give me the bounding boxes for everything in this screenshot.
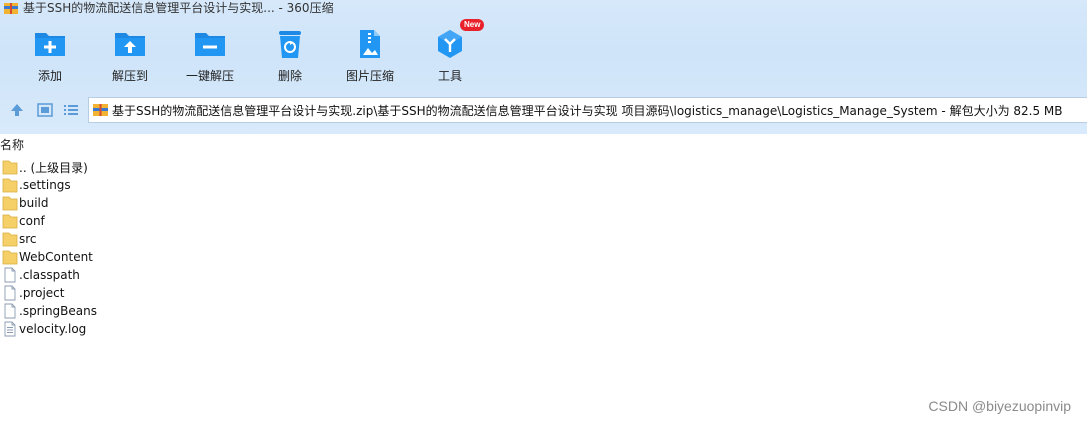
file-name: velocity.log xyxy=(19,322,87,336)
tools-icon xyxy=(438,30,462,58)
new-badge: New xyxy=(460,19,485,31)
file-name: .springBeans xyxy=(19,304,97,318)
list-item[interactable]: velocity.log xyxy=(0,320,400,338)
extract-to-icon xyxy=(115,33,145,56)
folder-icon xyxy=(2,232,18,247)
list-item[interactable]: .classpath xyxy=(0,266,400,284)
address-path: 基于SSH的物流配送信息管理平台设计与实现.zip\基于SSH的物流配送信息管理… xyxy=(112,103,1063,118)
zip-archive-icon xyxy=(93,104,108,116)
list-item-parent[interactable]: .. (上级目录) xyxy=(0,158,400,176)
folder-icon xyxy=(2,178,18,193)
file-name: .project xyxy=(19,286,65,300)
one-click-extract-label: 一键解压 xyxy=(185,69,234,83)
folder-icon xyxy=(2,196,18,211)
file-icon xyxy=(4,303,16,319)
archive-app-icon xyxy=(4,2,18,14)
folder-icon xyxy=(2,250,18,265)
delete-button[interactable]: 删除 xyxy=(250,26,330,86)
file-name: .settings xyxy=(19,178,71,192)
folder-icon xyxy=(2,214,18,229)
file-icon xyxy=(4,267,16,283)
file-name: WebContent xyxy=(19,250,93,264)
list-item[interactable]: .project xyxy=(0,284,400,302)
window-title: 基于SSH的物流配送信息管理平台设计与实现... - 360压缩 xyxy=(23,1,334,15)
file-list: .. (上级目录) .settings build conf src WebCo… xyxy=(0,158,400,338)
add-icon xyxy=(35,33,65,56)
image-compress-label: 图片压缩 xyxy=(345,69,394,83)
extract-to-label: 解压到 xyxy=(111,69,148,83)
toolbar: 添加 解压到 一键解压 删除 图片压缩 New 工具 xyxy=(0,19,520,86)
delete-label: 删除 xyxy=(277,69,302,83)
list-item[interactable]: conf xyxy=(0,212,400,230)
file-icon xyxy=(4,285,16,301)
folder-icon xyxy=(2,160,18,175)
file-name: .classpath xyxy=(19,268,80,282)
column-header: 名称 xyxy=(0,136,1087,154)
up-arrow-icon[interactable] xyxy=(8,101,26,119)
one-click-extract-icon xyxy=(195,33,225,56)
file-name: src xyxy=(19,232,37,246)
one-click-extract-button[interactable]: 一键解压 xyxy=(170,26,250,86)
add-label: 添加 xyxy=(37,69,62,83)
list-item[interactable]: .springBeans xyxy=(0,302,400,320)
thumbnail-view-icon[interactable] xyxy=(36,101,54,119)
list-item[interactable]: src xyxy=(0,230,400,248)
extract-to-button[interactable]: 解压到 xyxy=(90,26,170,86)
file-name: build xyxy=(19,196,49,210)
image-compress-icon xyxy=(360,30,380,58)
column-name-header[interactable]: 名称 xyxy=(0,136,24,154)
image-compress-button[interactable]: 图片压缩 xyxy=(330,26,410,86)
list-item[interactable]: .settings xyxy=(0,176,400,194)
tools-label: 工具 xyxy=(437,69,462,83)
list-item[interactable]: build xyxy=(0,194,400,212)
text-file-icon xyxy=(4,321,16,337)
list-item[interactable]: WebContent xyxy=(0,248,400,266)
list-view-icon[interactable] xyxy=(62,101,80,119)
file-name: .. (上级目录) xyxy=(19,160,88,175)
file-name: conf xyxy=(19,214,45,228)
trash-icon xyxy=(279,31,301,58)
add-button[interactable]: 添加 xyxy=(10,26,90,86)
address-bar[interactable]: 基于SSH的物流配送信息管理平台设计与实现.zip\基于SSH的物流配送信息管理… xyxy=(88,97,1087,123)
navigation-icons xyxy=(8,101,84,119)
watermark: CSDN @biyezuopinvip xyxy=(928,398,1071,414)
tools-button[interactable]: New 工具 xyxy=(410,19,490,86)
title-bar: 基于SSH的物流配送信息管理平台设计与实现... - 360压缩 xyxy=(0,0,600,16)
